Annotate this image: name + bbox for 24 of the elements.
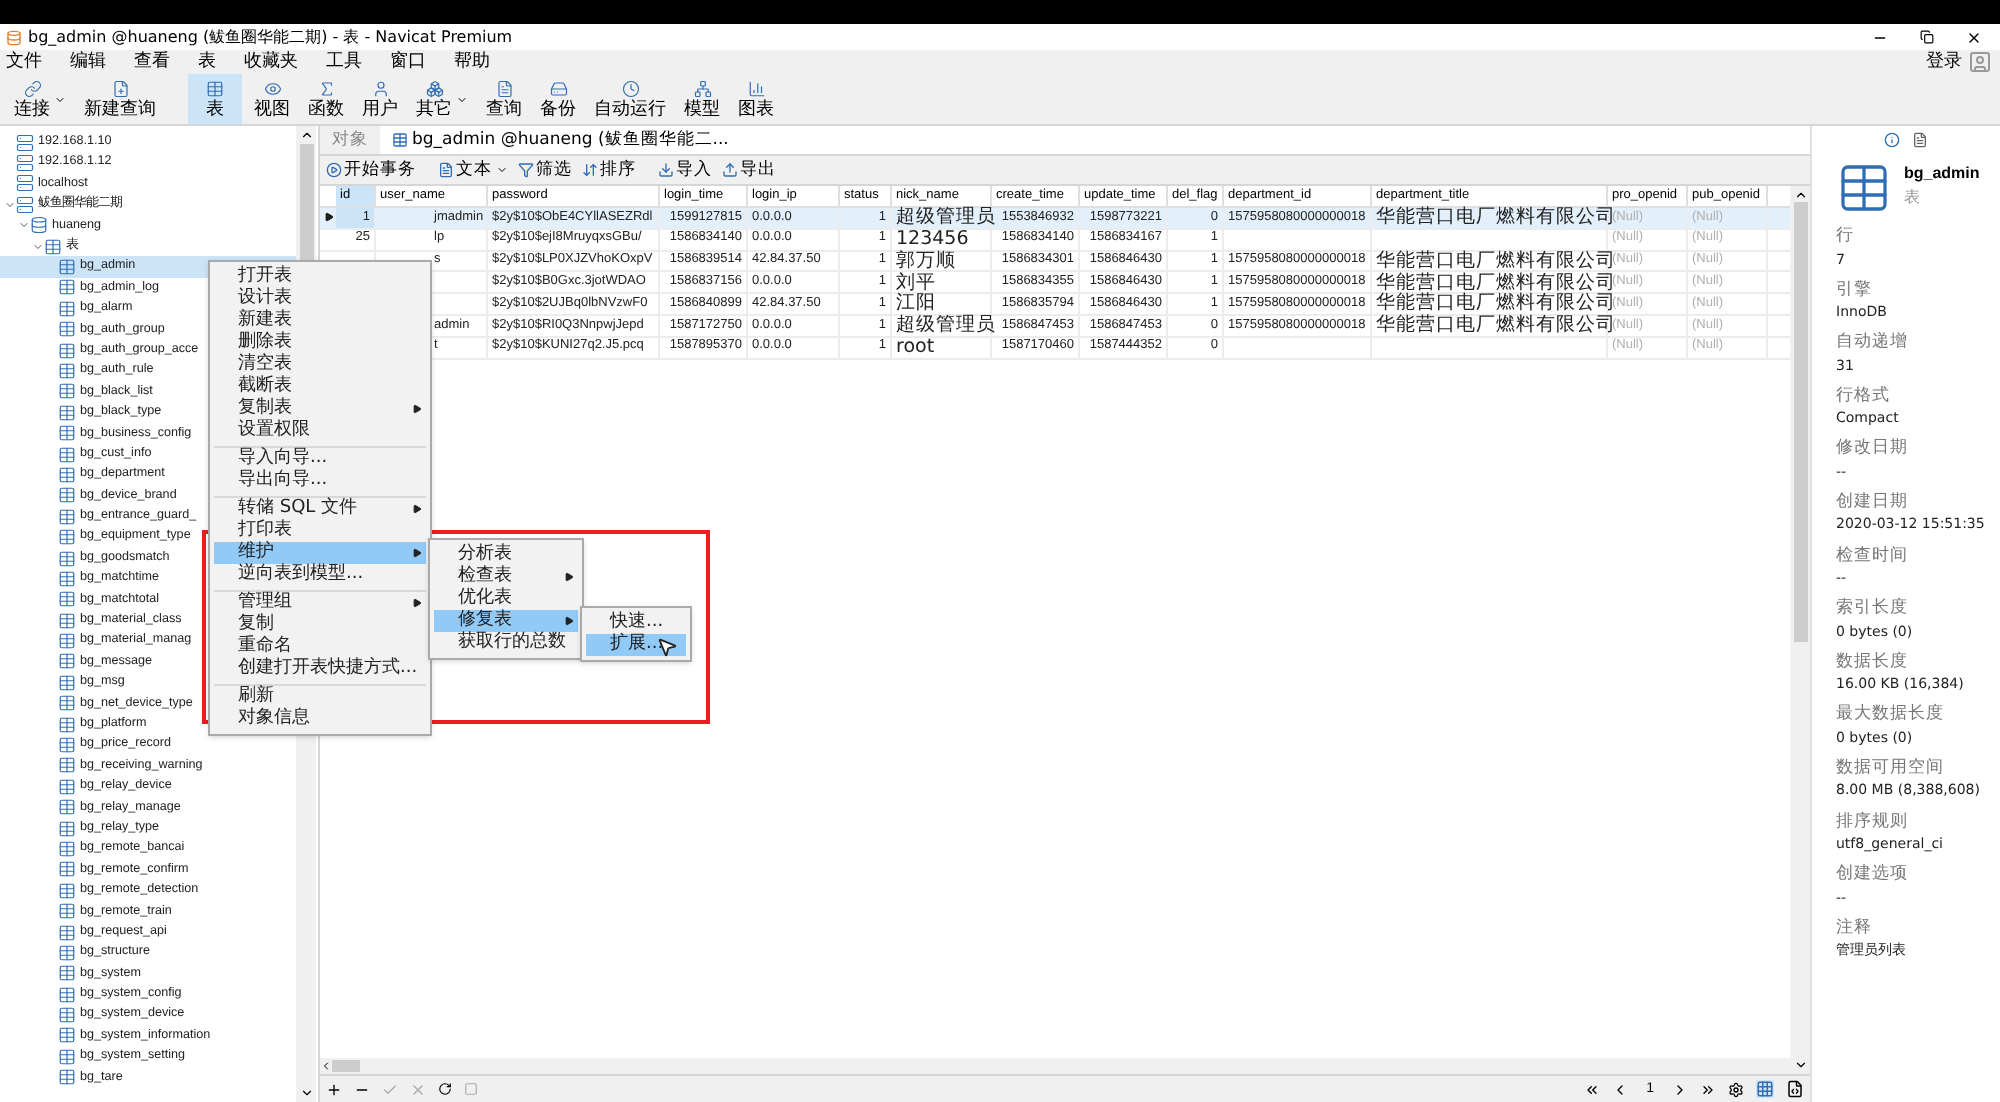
property-label: 修改日期 bbox=[1836, 440, 1910, 458]
property-label: 数据长度 bbox=[1836, 653, 1910, 671]
property-label: 索引长度 bbox=[1836, 600, 1910, 618]
table-cell: 江阳 bbox=[896, 294, 936, 314]
property-label: 创建日期 bbox=[1836, 493, 1910, 511]
property-label: 排序规则 bbox=[1836, 813, 1910, 831]
window-title: bg_admin @huaneng (鲅鱼圈华能二期) - 表 - Navicat Premium bbox=[28, 29, 513, 45]
property-label: 注释 bbox=[1836, 919, 1874, 937]
property-label: 行格式 bbox=[1836, 387, 1892, 405]
table-cell: 刘平 bbox=[896, 273, 936, 293]
property-label: 检查时间 bbox=[1836, 547, 1910, 565]
table-cell: 123456 bbox=[896, 229, 969, 249]
object-name: bg_admin bbox=[1904, 166, 1980, 182]
property-label: 行 bbox=[1836, 228, 1856, 245]
table-cell: 超级管理员 bbox=[896, 316, 996, 336]
property-label: 引擎 bbox=[1836, 281, 1874, 299]
table-cell: root bbox=[896, 337, 935, 357]
table-cell: 郭万顺 bbox=[896, 251, 956, 271]
property-label: 创建选项 bbox=[1836, 866, 1910, 884]
property-label: 自动递增 bbox=[1836, 334, 1910, 352]
object-type: 表 bbox=[1904, 190, 1922, 206]
property-label: 数据可用空间 bbox=[1836, 759, 1946, 777]
table-cell: 超级管理员 bbox=[896, 208, 996, 228]
property-label: 最大数据长度 bbox=[1836, 706, 1946, 724]
